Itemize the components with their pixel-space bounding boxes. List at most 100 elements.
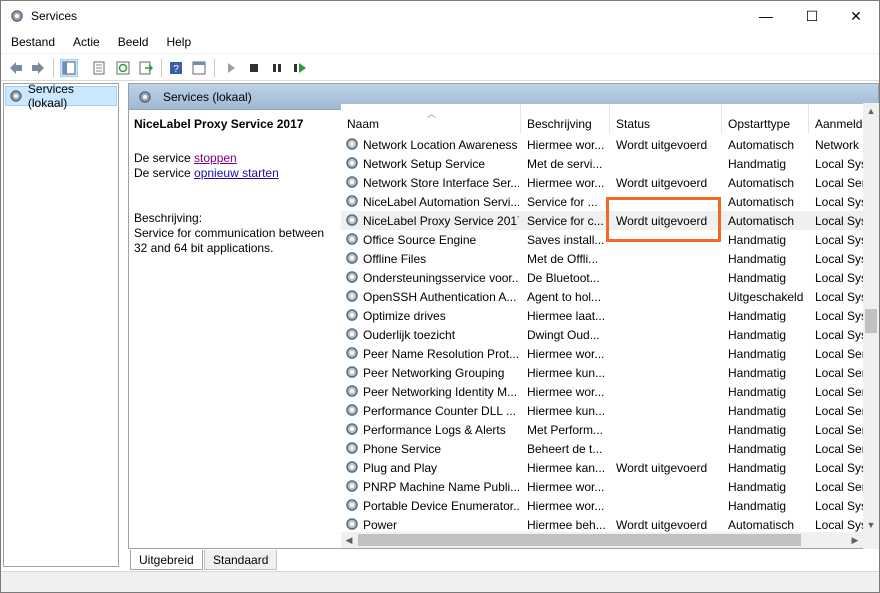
service-gear-icon [344,288,360,304]
column-description[interactable]: Beschrijving [521,104,610,134]
window-title: Services [31,9,78,23]
service-name-cell: Peer Networking Identity M... [363,385,518,399]
description-label: Beschrijving: [134,211,203,225]
status-bar [1,571,879,592]
service-startup-cell: Uitgeschakeld [728,290,804,304]
stop-prefix: De service [134,151,195,165]
table-row[interactable]: Ondersteuningsservice voor... De Bluetoot… [341,268,878,287]
stop-button[interactable] [245,59,263,77]
column-header: ︿ Naam Beschrijving Status Opstarttype A… [341,104,878,134]
properties-button[interactable] [90,59,108,77]
services-gear-icon [139,91,151,103]
service-gear-icon [344,136,360,152]
minimize-icon: — [759,8,773,24]
scroll-up-icon[interactable]: ▲ [863,103,879,119]
service-name-cell: Phone Service [363,442,442,456]
menu-bestand[interactable]: Bestand [1,31,63,53]
service-gear-icon [344,231,360,247]
menu-bar: Bestand Actie Beeld Help [1,31,879,53]
table-row[interactable]: Peer Name Resolution Prot... Hiermee wor.… [341,344,878,363]
service-gear-icon [344,155,360,171]
service-description-cell: Met de servi... [527,157,603,171]
restart-icon [294,63,306,73]
tab-extended[interactable]: Uitgebreid [130,550,203,570]
scroll-down-icon[interactable]: ▼ [863,517,879,533]
menu-actie[interactable]: Actie [63,31,108,53]
service-description-cell: Hiermee wor... [527,176,605,190]
description-text: Service for communication between 32 and… [134,226,325,255]
minimize-button[interactable]: — [743,1,789,31]
maximize-button[interactable]: ☐ [789,1,835,31]
horizontal-scrollbar[interactable]: ◀ ▶ [341,532,863,548]
services-window: Services — ☐ ✕ Bestand Actie Beeld Help [0,0,880,593]
service-gear-icon [344,402,360,418]
view-tabs: Uitgebreid Standaard [128,550,879,570]
service-name-cell: Offline Files [363,252,427,266]
table-row[interactable]: Ouderlijk toezicht Dwingt Oud... Handmatig… [341,325,878,344]
title-bar: Services — ☐ ✕ [1,1,879,31]
column-status[interactable]: Status [610,104,722,134]
service-startup-cell: Automatisch [728,195,795,209]
help-button[interactable]: ? [167,59,185,77]
table-row[interactable]: Performance Counter DLL ... Hiermee kun..… [341,401,878,420]
refresh-icon [116,61,130,75]
service-description-cell: Beheert de t... [527,442,603,456]
show-hide-tree-button[interactable] [60,59,78,77]
table-row[interactable]: Network Location Awareness Hiermee wor...… [341,135,878,154]
table-row[interactable]: Phone Service Beheert de t... Handmatig Loc… [341,439,878,458]
table-row[interactable]: Optimize drives Hiermee laat... Handmatig L… [341,306,878,325]
vertical-scroll-thumb[interactable] [865,309,877,333]
service-description-cell: Hiermee wor... [527,138,605,152]
table-row[interactable]: Network Store Interface Ser... Hiermee wo… [341,173,878,192]
column-name[interactable]: Naam [341,104,521,134]
restart-button[interactable] [291,59,309,77]
services-pane: Services (lokaal) NiceLabel Proxy Servic… [128,83,879,549]
tab-standard[interactable]: Standaard [204,550,278,570]
service-name-cell: Network Setup Service [363,157,486,171]
horizontal-scroll-thumb[interactable] [358,534,801,546]
service-startup-cell: Automatisch [728,138,795,152]
forward-button[interactable] [29,59,47,77]
help-icon: ? [170,62,182,75]
menu-beeld[interactable]: Beeld [108,31,157,53]
stop-service-link[interactable]: stoppen [194,151,237,165]
service-startup-cell: Handmatig [728,423,787,437]
tree-item-services-local[interactable]: Services (lokaal) [5,82,117,110]
start-button[interactable] [222,59,240,77]
column-startup-type[interactable]: Opstarttype [722,104,809,134]
scroll-right-icon[interactable]: ▶ [847,532,863,548]
toolbar: ? [1,53,879,81]
services-gear-icon [11,10,23,22]
table-row[interactable]: Network Setup Service Met de servi... Hand… [341,154,878,173]
pause-button[interactable] [268,59,286,77]
refresh-button[interactable] [114,59,132,77]
service-gear-icon [344,345,360,361]
service-name-cell: Performance Counter DLL ... [363,404,516,418]
table-row[interactable]: Portable Device Enumerator... Hiermee wor… [341,496,878,515]
table-row[interactable]: Peer Networking Grouping Hiermee kun... Ha… [341,363,878,382]
service-startup-cell: Automatisch [728,214,795,228]
table-row[interactable]: PNRP Machine Name Publi... Hiermee wor...… [341,477,878,496]
service-startup-cell: Handmatig [728,252,787,266]
table-row[interactable]: Plug and Play Hiermee kan... Wordt uitgevo… [341,458,878,477]
close-button[interactable]: ✕ [833,1,879,31]
table-row[interactable]: Offline Files Met de Offli... Handmatig Loc… [341,249,878,268]
table-row[interactable]: Performance Logs & Alerts Met Perform... H… [341,420,878,439]
view-icon [192,61,206,75]
svg-text:?: ? [173,64,179,75]
back-button[interactable] [7,59,25,77]
service-gear-icon [344,516,360,532]
table-row[interactable]: Peer Networking Identity M... Hiermee wor… [341,382,878,401]
menu-help[interactable]: Help [156,31,199,53]
service-gear-icon [344,440,360,456]
toolbar-separator [161,59,162,77]
service-status-cell [616,306,720,325]
view-button[interactable] [190,59,208,77]
vertical-scrollbar[interactable]: ▲ ▼ [863,103,879,549]
scroll-left-icon[interactable]: ◀ [341,532,357,548]
service-name-cell: OpenSSH Authentication A... [363,290,517,304]
restart-service-link[interactable]: opnieuw starten [194,166,279,180]
export-button[interactable] [137,59,155,77]
service-startup-cell: Handmatig [728,328,787,342]
table-row[interactable]: OpenSSH Authentication A... Agent to hol.… [341,287,878,306]
